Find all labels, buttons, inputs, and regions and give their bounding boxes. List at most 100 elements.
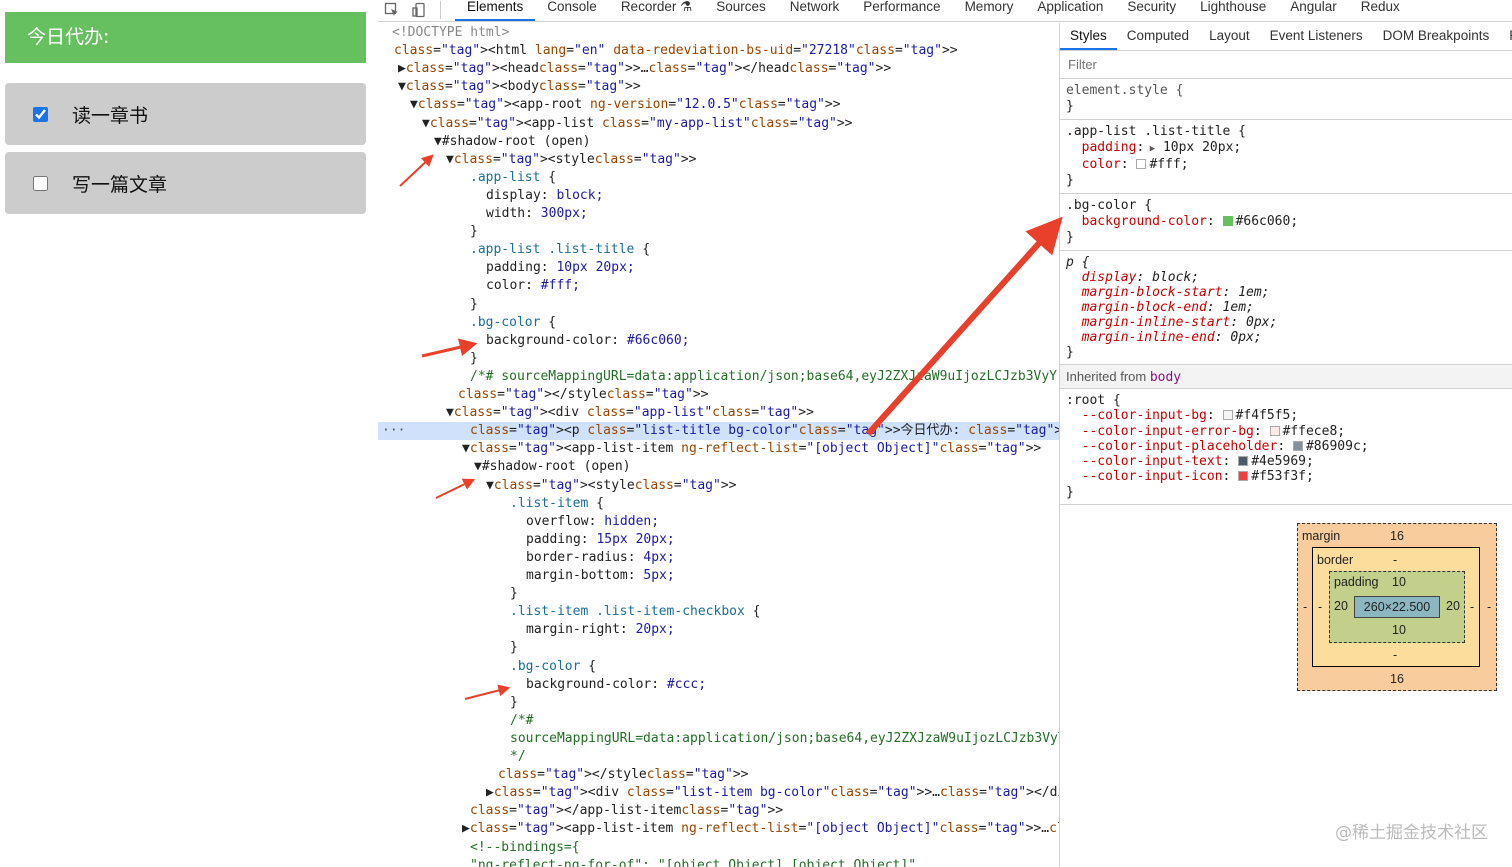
tab-angular[interactable]: Angular (1278, 0, 1349, 21)
css-property[interactable]: background-color (1082, 214, 1207, 229)
tab-performance[interactable]: Performance (851, 0, 952, 21)
list-item-checkbox[interactable] (33, 106, 48, 122)
dom-tree-line[interactable]: .app-list .list-title { (378, 241, 1059, 259)
dom-tree-line[interactable]: margin-right: 20px; (378, 621, 1059, 639)
box-model-content-size[interactable]: 260×22.500 (1354, 596, 1440, 618)
dom-tree-line[interactable]: /*# (378, 712, 1059, 730)
dom-tree-line[interactable]: border-radius: 4px; (378, 549, 1059, 567)
dom-tree-line[interactable]: padding: 15px 20px; (378, 531, 1059, 549)
css-value[interactable]: 10px 20px; (1163, 140, 1241, 155)
dom-tree-line[interactable]: sourceMappingURL=data:application/json;b… (378, 730, 1059, 748)
dom-tree-line[interactable]: ▼class="tag"><styleclass="tag">> (378, 151, 1059, 169)
rule-element-style[interactable]: element.style { } (1060, 79, 1512, 120)
list-item[interactable]: 读一章书 (5, 83, 366, 145)
margin-bottom-value[interactable]: 16 (1390, 672, 1404, 686)
css-variable-line[interactable]: --color-input-placeholder: #86909c; (1066, 439, 1506, 454)
dom-tree-line[interactable]: <!DOCTYPE html> (378, 24, 1059, 42)
elements-tree[interactable]: <!DOCTYPE html> class="tag"><html lang="e… (378, 23, 1059, 867)
margin-right-value[interactable]: - (1487, 600, 1491, 614)
tab-elements[interactable]: Elements (455, 0, 536, 21)
rule-bg-color[interactable]: .bg-color { background-color: #66c060; } (1060, 194, 1512, 251)
dom-tree-line[interactable]: ▼class="tag"><div class="app-list"class=… (378, 404, 1059, 422)
css-value[interactable]: #66c060; (1236, 214, 1299, 229)
dom-tree-line[interactable]: .list-item { (378, 495, 1059, 513)
dom-tree-line[interactable]: .bg-color { (378, 658, 1059, 676)
box-model-padding[interactable]: padding 10 10 20 20 260×22.500 (1329, 571, 1465, 643)
tab-memory[interactable]: Memory (953, 0, 1026, 21)
dom-tree-line[interactable]: ▼class="tag"><app-list-item ng-reflect-l… (378, 440, 1059, 458)
tab-security[interactable]: Security (1115, 0, 1188, 21)
dom-tree-line[interactable]: <!--bindings={ (378, 839, 1059, 857)
css-property[interactable]: padding (1082, 140, 1137, 155)
border-bottom-value[interactable]: - (1393, 648, 1397, 662)
css-variable-line[interactable]: --color-input-bg: #f4f5f5; (1066, 408, 1506, 423)
margin-left-value[interactable]: - (1303, 600, 1307, 614)
dom-tree-line[interactable]: ▼#shadow-root (open) (378, 458, 1059, 476)
dom-tree-line[interactable]: background-color: #66c060; (378, 332, 1059, 350)
css-variable-line[interactable]: --color-input-icon: #f53f3f; (1066, 469, 1506, 484)
border-top-value[interactable]: - (1393, 553, 1397, 567)
dom-tree-line[interactable]: display: block; (378, 187, 1059, 205)
dom-tree-line[interactable]: } (378, 350, 1059, 368)
css-property[interactable]: color (1082, 157, 1121, 172)
border-right-value[interactable]: - (1470, 600, 1474, 614)
dom-tree-line[interactable]: padding: 10px 20px; (378, 259, 1059, 277)
list-item-checkbox[interactable] (33, 175, 48, 191)
color-swatch[interactable] (1136, 159, 1147, 169)
dom-tree-line[interactable]: .list-item .list-item-checkbox { (378, 603, 1059, 621)
dom-tree-line[interactable]: color: #fff; (378, 277, 1059, 295)
inspect-icon[interactable] (378, 0, 406, 21)
dom-tree-line[interactable]: */ (378, 748, 1059, 766)
styles-filter-input[interactable]: Filter (1060, 51, 1512, 79)
subtab-overflow[interactable]: P (1499, 24, 1512, 50)
tab-lighthouse[interactable]: Lighthouse (1188, 0, 1278, 21)
tab-sources[interactable]: Sources (704, 0, 778, 21)
rule-user-agent-p[interactable]: p { display: block; margin-block-start: … (1060, 251, 1512, 365)
dom-tree-line[interactable]: } (378, 296, 1059, 314)
dom-tree-line[interactable]: width: 300px; (378, 205, 1059, 223)
tab-redux[interactable]: Redux (1349, 0, 1412, 21)
list-item[interactable]: 写一篇文章 (5, 152, 366, 214)
border-left-value[interactable]: - (1318, 600, 1322, 614)
dom-tree-line[interactable]: } (378, 694, 1059, 712)
dom-tree-line[interactable]: ▼class="tag"><styleclass="tag">> (378, 477, 1059, 495)
dom-tree-line[interactable]: ▼class="tag"><app-root ng-version="12.0.… (378, 96, 1059, 114)
css-variable-line[interactable]: --color-input-text: #4e5969; (1066, 454, 1506, 469)
box-model-border[interactable]: border - - - - padding 10 10 20 20 260×2… (1312, 547, 1480, 667)
css-variable-line[interactable]: --color-input-error-bg: #ffece8; (1066, 424, 1506, 439)
inherited-tag-link[interactable]: body (1150, 370, 1181, 385)
padding-left-value[interactable]: 20 (1334, 599, 1348, 613)
padding-right-value[interactable]: 20 (1446, 599, 1460, 613)
dom-tree-line[interactable]: .bg-color { (378, 314, 1059, 332)
tab-application[interactable]: Application (1025, 0, 1115, 21)
dom-tree-line[interactable]: class="tag"></styleclass="tag">> (378, 386, 1059, 404)
more-options-icon[interactable]: ··· (382, 422, 405, 440)
subtab-event-listeners[interactable]: Event Listeners (1260, 24, 1373, 50)
expand-triangle-icon[interactable]: ▶ (1144, 144, 1155, 154)
tab-network[interactable]: Network (778, 0, 852, 21)
rule-root[interactable]: :root { --color-input-bg: #f4f5f5; --col… (1060, 389, 1512, 506)
dom-tree-line[interactable]: background-color: #ccc; (378, 676, 1059, 694)
dom-tree-line[interactable]: ▼#shadow-root (open) (378, 133, 1059, 151)
tab-console[interactable]: Console (535, 0, 609, 21)
padding-bottom-value[interactable]: 10 (1392, 623, 1406, 637)
dom-tree-line[interactable]: ▼class="tag"><bodyclass="tag">> (378, 78, 1059, 96)
dom-tree-line[interactable]: overflow: hidden; (378, 513, 1059, 531)
rule-list-title[interactable]: .app-list .list-title { padding: ▶ 10px … (1060, 120, 1512, 194)
dom-tree-line[interactable]: class="tag"></styleclass="tag">> (378, 766, 1059, 784)
dom-tree-line[interactable]: ▼class="tag"><app-list class="my-app-lis… (378, 115, 1059, 133)
dom-tree-line[interactable]: ▶class="tag"><div class="list-item bg-co… (378, 784, 1059, 802)
css-value[interactable]: #fff; (1149, 157, 1188, 172)
dom-tree-line[interactable]: "ng-reflect-ng-for-of": "[object Object]… (378, 857, 1059, 867)
subtab-computed[interactable]: Computed (1117, 24, 1199, 50)
dom-tree-line[interactable]: ▶class="tag"><app-list-item ng-reflect-l… (378, 820, 1059, 838)
dom-tree-line[interactable]: ▶class="tag"><headclass="tag">>…class="t… (378, 60, 1059, 78)
dom-tree-line[interactable]: class="tag"></app-list-itemclass="tag">> (378, 802, 1059, 820)
dom-tree-line[interactable]: margin-bottom: 5px; (378, 567, 1059, 585)
box-model-margin[interactable]: margin 16 16 - - border - - - - padding … (1297, 523, 1497, 691)
subtab-styles[interactable]: Styles (1060, 24, 1117, 50)
dom-tree-line[interactable]: } (378, 223, 1059, 241)
subtab-dom-breakpoints[interactable]: DOM Breakpoints (1373, 24, 1500, 50)
subtab-layout[interactable]: Layout (1199, 24, 1260, 50)
padding-top-value[interactable]: 10 (1392, 575, 1406, 589)
